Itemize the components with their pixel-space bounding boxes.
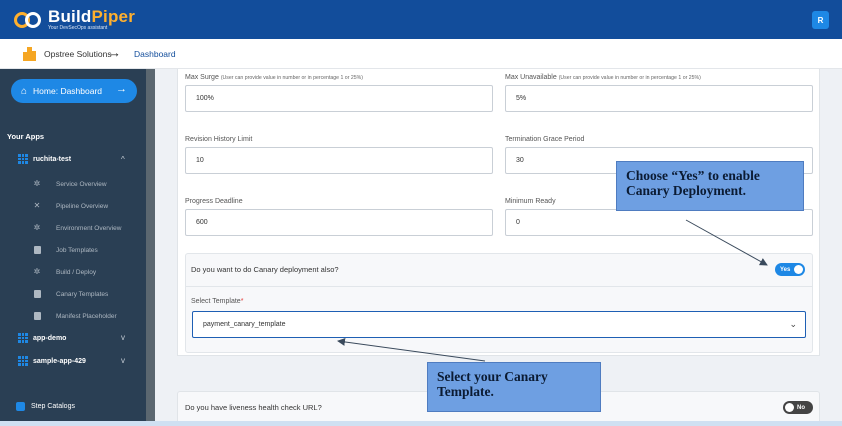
progress-deadline-label: Progress Deadline — [185, 198, 243, 205]
sidebar-section-title: Your Apps — [7, 132, 45, 141]
callout-line: Canary Deployment. — [626, 183, 746, 198]
sidebar-item-step-catalogs[interactable]: Step Catalogs — [16, 402, 75, 411]
sidebar-app-app-demo[interactable]: app-demo — [18, 332, 66, 344]
gear-icon: ✲ — [33, 179, 41, 188]
callout-canary-toggle: Choose “Yes” to enable Canary Deployment… — [616, 161, 804, 211]
sidebar-item-manifest-placeholder[interactable]: Manifest Placeholder — [33, 310, 117, 322]
breadcrumb-org[interactable]: Opstree Solutions — [44, 49, 112, 59]
app-name: app-demo — [33, 334, 67, 342]
chevron-down-icon: ⌄ — [789, 319, 797, 329]
bottom-scrollbar[interactable] — [0, 421, 842, 426]
sidebar-item-job-templates[interactable]: Job Templates — [33, 244, 98, 256]
app-name: sample-app-429 — [33, 357, 86, 365]
catalog-icon — [16, 402, 25, 411]
callout-line: Choose “Yes” to enable — [626, 168, 760, 183]
home-dashboard-button[interactable]: ⌂ Home: Dashboard → — [11, 79, 137, 103]
sidebar-app-sample-app-429[interactable]: sample-app-429 — [18, 355, 86, 367]
app-name: ruchita-test — [33, 155, 72, 163]
canary-question: Do you want to do Canary deployment also… — [185, 253, 813, 287]
sidebar-item-label: Step Catalogs — [31, 403, 75, 410]
canary-question-text: Do you want to do Canary deployment also… — [191, 265, 339, 274]
chevron-down-icon[interactable]: v — [121, 356, 125, 365]
callout-line: Template. — [437, 384, 494, 399]
chevron-up-icon[interactable]: ^ — [121, 155, 125, 164]
callout-line: Select your Canary — [437, 369, 548, 384]
minimum-ready-label: Minimum Ready — [505, 198, 556, 205]
brand-accent: Piper — [91, 7, 136, 26]
revision-history-limit-label: Revision History Limit — [185, 136, 253, 143]
field-hint: (User can provide value in number or in … — [220, 75, 363, 81]
template-select[interactable]: payment_canary_template ⌄ — [192, 311, 806, 338]
document-icon — [33, 246, 41, 254]
select-template-label: Select Template* — [191, 298, 243, 305]
sidebar-item-service-overview[interactable]: ✲ Service Overview — [33, 178, 107, 190]
arrow-right-icon: → — [116, 83, 127, 95]
minimum-ready-input[interactable]: 0 — [505, 209, 813, 236]
chevron-down-icon[interactable]: v — [121, 333, 125, 342]
selected-template: payment_canary_template — [203, 321, 286, 328]
apps-grid-icon — [18, 356, 28, 366]
liveness-toggle[interactable]: No — [783, 401, 813, 414]
home-icon: ⌂ — [21, 85, 28, 97]
sidebar-item-label: Manifest Placeholder — [56, 312, 117, 320]
toggle-knob — [794, 265, 803, 274]
sidebar-scrollbar[interactable] — [146, 69, 155, 426]
wrench-icon: ✕ — [33, 201, 41, 210]
max-unavailable-label: Max Unavailable (User can provide value … — [505, 74, 701, 81]
home-label: Home: Dashboard — [33, 86, 103, 96]
breadcrumb-current[interactable]: Dashboard — [134, 49, 176, 59]
brand-tagline: Your DevSecOps assistant — [48, 25, 108, 31]
sidebar-item-label: Pipeline Overview — [56, 202, 109, 210]
field-label: Max Unavailable — [505, 74, 557, 81]
sidebar-item-label: Build / Deploy — [56, 268, 97, 276]
buildpiper-logo[interactable]: BuildPiper Your DevSecOps assistant — [14, 8, 135, 31]
revision-history-limit-input[interactable]: 10 — [185, 147, 493, 174]
canary-toggle[interactable]: Yes — [775, 263, 805, 276]
arrow-right-icon: → — [108, 45, 121, 60]
field-label: Select Template — [191, 298, 241, 305]
sidebar-item-label: Canary Templates — [56, 290, 109, 298]
callout-template: Select your Canary Template. — [427, 362, 601, 412]
progress-deadline-input[interactable]: 600 — [185, 209, 493, 236]
sidebar-item-label: Environment Overview — [56, 224, 122, 232]
sidebar-item-build-deploy[interactable]: ✲ Build / Deploy — [33, 266, 96, 278]
sidebar-item-label: Service Overview — [56, 180, 107, 188]
user-avatar[interactable]: R — [812, 11, 829, 29]
sidebar-item-label: Job Templates — [56, 246, 98, 254]
breadcrumb — [0, 39, 842, 69]
apps-grid-icon — [18, 154, 28, 164]
max-unavailable-input[interactable]: 5% — [505, 85, 813, 112]
toggle-label: No — [797, 404, 805, 411]
gear-icon: ✲ — [33, 223, 41, 232]
sidebar-item-pipeline-overview[interactable]: ✕ Pipeline Overview — [33, 200, 108, 212]
infinity-icon — [14, 11, 42, 28]
document-icon — [33, 312, 41, 320]
field-hint: (User can provide value in number or in … — [558, 75, 701, 81]
toggle-label: Yes — [780, 266, 791, 273]
brand-main: Build — [48, 7, 92, 26]
toggle-knob — [785, 403, 794, 412]
required-mark: * — [240, 298, 244, 305]
sidebar-item-canary-templates[interactable]: Canary Templates — [33, 288, 108, 300]
gear-icon: ✲ — [33, 267, 41, 276]
building-icon — [23, 47, 36, 61]
sidebar-item-environment-overview[interactable]: ✲ Environment Overview — [33, 222, 122, 234]
top-bar: BuildPiper Your DevSecOps assistant R — [0, 0, 842, 39]
liveness-question: Do you have liveness health check URL? — [185, 403, 322, 412]
termination-grace-period-label: Termination Grace Period — [505, 136, 585, 143]
max-surge-label: Max Surge (User can provide value in num… — [185, 74, 363, 81]
max-surge-input[interactable]: 100% — [185, 85, 493, 112]
apps-grid-icon — [18, 333, 28, 343]
field-label: Max Surge — [185, 74, 219, 81]
sidebar-app-ruchita-test[interactable]: ruchita-test — [18, 153, 71, 165]
document-icon — [33, 290, 41, 298]
